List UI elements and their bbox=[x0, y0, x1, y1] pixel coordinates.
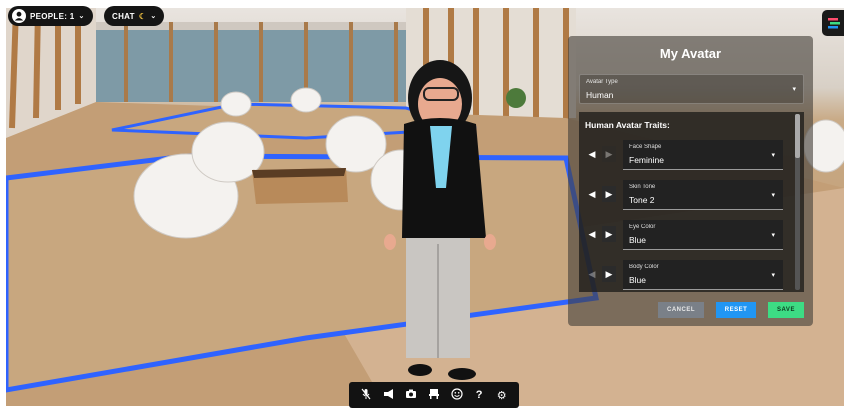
avatar-type-select[interactable]: Avatar Type Human ▾ bbox=[579, 74, 804, 104]
next-arrow-icon[interactable]: ▶ bbox=[602, 186, 616, 202]
next-arrow-icon[interactable]: ▶ bbox=[602, 146, 616, 162]
trait-label: Skin Tone bbox=[629, 184, 656, 190]
traits-scrollbar-thumb[interactable] bbox=[795, 114, 800, 158]
human-avatar-traits-section[interactable]: Human Avatar Traits: ◀ ▶ Face Shape Femi… bbox=[579, 112, 804, 292]
trait-value: Tone 2 bbox=[629, 195, 655, 205]
trait-label: Body Color bbox=[629, 264, 659, 270]
cancel-button[interactable]: CANCEL bbox=[658, 302, 704, 318]
prev-arrow-icon[interactable]: ◀ bbox=[585, 146, 599, 162]
chevron-down-icon: ⌄ bbox=[78, 13, 85, 20]
person-circle-icon bbox=[12, 9, 26, 23]
bottom-toolbar: ? ⚙ bbox=[349, 382, 519, 408]
dropdown-arrow-icon: ▾ bbox=[771, 152, 775, 159]
trait-label: Face Shape bbox=[629, 144, 662, 150]
help-icon[interactable]: ? bbox=[470, 389, 488, 401]
chevron-down-icon: ⌄ bbox=[150, 13, 157, 20]
reset-button[interactable]: RESET bbox=[716, 302, 756, 318]
next-arrow-icon[interactable]: ▶ bbox=[602, 266, 616, 282]
dropdown-arrow-icon: ▾ bbox=[771, 192, 775, 199]
save-button[interactable]: SAVE bbox=[768, 302, 804, 318]
avatar-type-label: Avatar Type bbox=[586, 79, 618, 85]
trait-face-shape: ◀ ▶ Face Shape Feminine ▾ bbox=[585, 140, 785, 170]
face-shape-select[interactable]: Face Shape Feminine ▾ bbox=[623, 140, 783, 170]
moon-icon: ☾ bbox=[138, 11, 147, 21]
dropdown-arrow-icon: ▾ bbox=[771, 272, 775, 279]
trait-value: Blue bbox=[629, 235, 647, 245]
trait-value: Feminine bbox=[629, 155, 664, 165]
panel-title: My Avatar bbox=[659, 46, 722, 61]
trait-value: Blue bbox=[629, 275, 647, 285]
chat-button[interactable]: CHAT ☾ ⌄ bbox=[104, 6, 165, 26]
mic-muted-icon[interactable] bbox=[357, 388, 375, 403]
avatar-type-value: Human bbox=[586, 90, 614, 100]
skin-tone-select[interactable]: Skin Tone Tone 2 ▾ bbox=[623, 180, 783, 210]
megaphone-icon[interactable] bbox=[380, 388, 398, 403]
people-count-label: PEOPLE: 1 bbox=[30, 11, 75, 21]
seat-icon[interactable] bbox=[425, 388, 443, 403]
eye-color-select[interactable]: Eye Color Blue ▾ bbox=[623, 220, 783, 250]
people-button[interactable]: PEOPLE: 1 ⌄ bbox=[8, 6, 93, 26]
dropdown-arrow-icon: ▾ bbox=[771, 232, 775, 239]
trait-label: Eye Color bbox=[629, 224, 656, 230]
prev-arrow-icon[interactable]: ◀ bbox=[585, 226, 599, 242]
prev-arrow-icon[interactable]: ◀ bbox=[585, 266, 599, 282]
my-avatar-panel: My Avatar Avatar Type Human ▾ Human Avat… bbox=[568, 36, 813, 326]
chat-label: CHAT bbox=[112, 11, 135, 21]
next-arrow-icon[interactable]: ▶ bbox=[602, 226, 616, 242]
gear-icon[interactable]: ⚙ bbox=[493, 389, 511, 402]
prev-arrow-icon[interactable]: ◀ bbox=[585, 186, 599, 202]
trait-eye-color: ◀ ▶ Eye Color Blue ▾ bbox=[585, 220, 785, 250]
trait-skin-tone: ◀ ▶ Skin Tone Tone 2 ▾ bbox=[585, 180, 785, 210]
dropdown-arrow-icon: ▾ bbox=[792, 86, 796, 93]
trait-body-color: ◀ ▶ Body Color Blue ▾ bbox=[585, 260, 785, 290]
body-color-select[interactable]: Body Color Blue ▾ bbox=[623, 260, 783, 290]
camera-icon[interactable] bbox=[402, 388, 420, 403]
app-menu-icon[interactable] bbox=[822, 10, 844, 36]
traits-heading: Human Avatar Traits: bbox=[585, 120, 670, 130]
emoji-icon[interactable] bbox=[448, 387, 466, 403]
